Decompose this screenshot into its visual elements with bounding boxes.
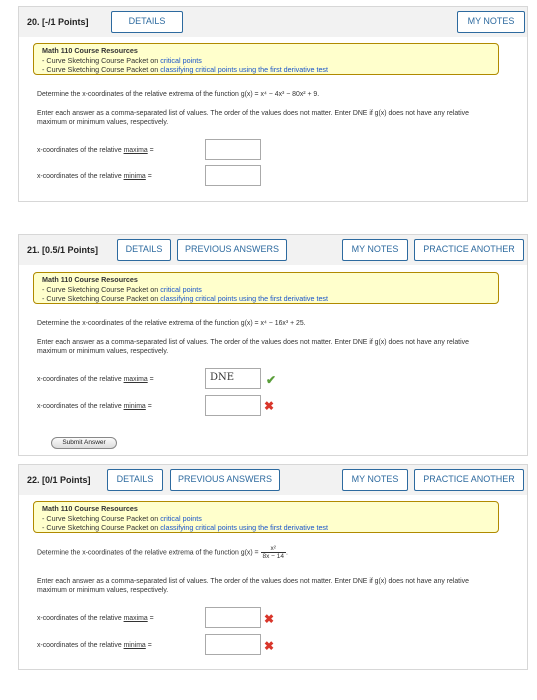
my-notes-button[interactable]: MY NOTES [342,469,408,491]
equals-sign: = [147,615,154,622]
first-derivative-test-link[interactable]: classifying critical points using the fi… [160,65,328,74]
question-prompt: Determine the x-coordinates of the relat… [37,320,306,327]
incorrect-x-icon: ✖ [264,399,275,413]
equals-sign: = [145,403,152,410]
my-notes-button[interactable]: MY NOTES [457,11,525,33]
minima-word: minima [123,173,146,180]
fraction-numerator: x² [260,545,287,553]
prompt-text: Determine the x-coordinates of the relat… [37,91,241,98]
critical-points-link[interactable]: critical points [160,56,202,65]
question-prompt: Determine the x-coordinates of the relat… [37,91,319,98]
maxima-word: maxima [123,376,148,383]
minima-label: x-coordinates of the relative minima = [37,642,152,649]
previous-answers-button[interactable]: PREVIOUS ANSWERS [170,469,280,491]
question-title: 22. [0/1 Points] [27,475,91,485]
function-end: . [286,549,288,557]
resources-title: Math 110 Course Resources [42,275,138,284]
label-prefix: x-coordinates of the relative [37,403,124,410]
maxima-word: maxima [123,615,148,622]
minima-answer-input[interactable] [205,395,261,416]
minima-answer-input[interactable] [205,165,261,186]
incorrect-x-icon: ✖ [264,612,275,626]
label-prefix: x-coordinates of the relative [37,147,124,154]
first-derivative-test-link[interactable]: classifying critical points using the fi… [160,523,328,532]
resource-prefix: - Curve Sketching Course Packet on [42,513,161,523]
function-lhs: g(x) = [240,549,259,557]
critical-points-link[interactable]: critical points [160,285,202,294]
course-resources-box: Math 110 Course Resources - Curve Sketch… [33,272,499,304]
label-prefix: x-coordinates of the relative [37,376,124,383]
details-button[interactable]: DETAILS [117,239,171,261]
resources-title: Math 110 Course Resources [42,46,138,55]
maxima-label: x-coordinates of the relative maxima = [37,147,154,154]
question-title: 20. [-/1 Points] [27,17,89,27]
correct-check-icon: ✔ [266,373,277,387]
prompt-text: Determine the x-coordinates of the relat… [37,320,241,327]
course-resources-box: Math 110 Course Resources - Curve Sketch… [33,501,499,533]
equals-sign: = [147,376,154,383]
resource-prefix: - Curve Sketching Course Packet on [42,65,161,74]
first-derivative-test-link[interactable]: classifying critical points using the fi… [160,294,328,303]
label-prefix: x-coordinates of the relative [37,173,124,180]
my-notes-button[interactable]: MY NOTES [342,239,408,261]
practice-another-button[interactable]: PRACTICE ANOTHER [414,469,524,491]
equals-sign: = [147,147,154,154]
fraction-denominator: 8x − 14 [262,553,285,560]
minima-word: minima [123,403,146,410]
maxima-answer-input[interactable] [205,139,261,160]
details-button[interactable]: DETAILS [107,469,163,491]
maxima-label: x-coordinates of the relative maxima = [37,376,154,383]
function-expression: g(x) = x⁴ − 4x³ − 80x² + 9. [240,91,320,98]
equals-sign: = [145,642,152,649]
resource-prefix: - Curve Sketching Course Packet on [42,523,161,532]
label-prefix: x-coordinates of the relative [37,642,124,649]
incorrect-x-icon: ✖ [264,639,275,653]
submit-answer-button[interactable]: Submit Answer [51,437,117,449]
question-prompt: Determine the x-coordinates of the relat… [37,545,288,560]
minima-label: x-coordinates of the relative minima = [37,403,152,410]
practice-another-button[interactable]: PRACTICE ANOTHER [414,239,524,261]
prompt-text: Determine the x-coordinates of the relat… [37,549,241,557]
critical-points-link[interactable]: critical points [160,514,202,523]
instructions-text: Enter each answer as a comma-separated l… [37,578,469,594]
previous-answers-button[interactable]: PREVIOUS ANSWERS [177,239,287,261]
function-fraction: x² 8x − 14 [260,545,287,560]
question-header: 21. [0.5/1 Points] DETAILS PREVIOUS ANSW… [19,235,527,265]
question-title: 21. [0.5/1 Points] [27,245,99,255]
minima-word: minima [123,642,146,649]
label-prefix: x-coordinates of the relative [37,615,124,622]
minima-label: x-coordinates of the relative minima = [37,173,152,180]
maxima-label: x-coordinates of the relative maxima = [37,615,154,622]
maxima-answer-input[interactable]: DNE [205,368,261,389]
instructions-text: Enter each answer as a comma-separated l… [37,339,469,355]
question-header: 22. [0/1 Points] DETAILS PREVIOUS ANSWER… [19,465,527,495]
maxima-answer-input[interactable] [205,607,261,628]
resource-prefix: - Curve Sketching Course Packet on [42,55,161,65]
maxima-word: maxima [123,147,148,154]
function-expression: g(x) = x⁴ − 16x³ + 25. [240,320,306,327]
resource-prefix: - Curve Sketching Course Packet on [42,284,161,294]
resource-prefix: - Curve Sketching Course Packet on [42,294,161,303]
instructions-text: Enter each answer as a comma-separated l… [37,110,469,126]
resources-title: Math 110 Course Resources [42,504,138,513]
details-button[interactable]: DETAILS [111,11,183,33]
minima-answer-input[interactable] [205,634,261,655]
question-header: 20. [-/1 Points] DETAILS MY NOTES [19,7,527,37]
course-resources-box: Math 110 Course Resources - Curve Sketch… [33,43,499,75]
equals-sign: = [145,173,152,180]
